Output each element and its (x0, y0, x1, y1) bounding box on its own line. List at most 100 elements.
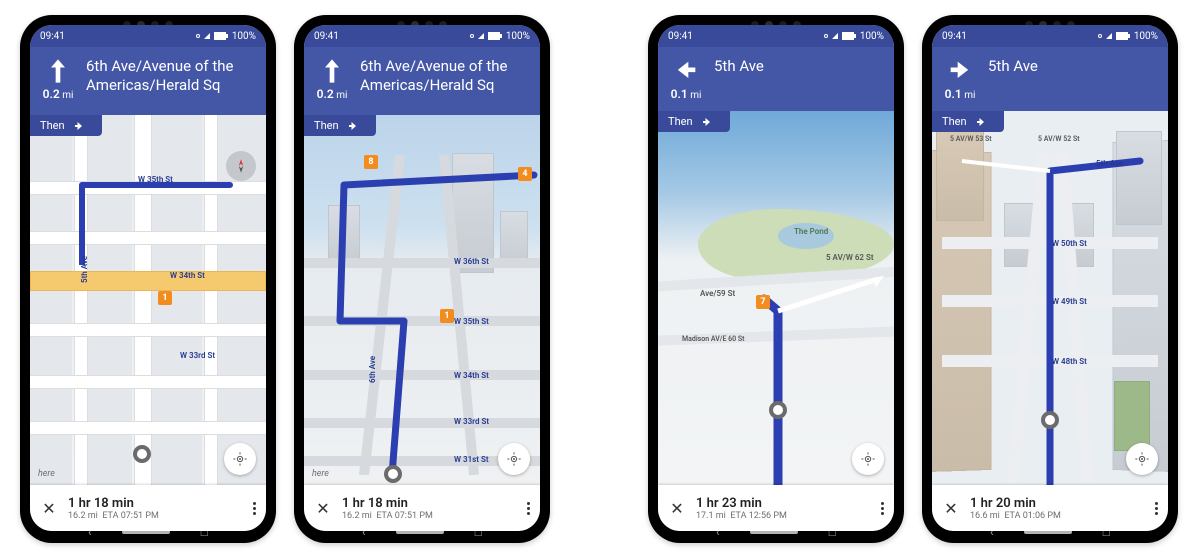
location-icon (824, 34, 828, 38)
direction-straight-icon (44, 57, 72, 85)
then-label: Then (668, 115, 693, 128)
route-marker[interactable]: 4 (518, 167, 532, 181)
status-bar: 09:41 100% (658, 25, 894, 47)
battery-pct: 100% (860, 31, 884, 42)
eta-label: ETA (376, 511, 392, 521)
map-view[interactable]: 5 AV/W 53 St 5 AV/W 52 St 5th Ave W 50th… (932, 111, 1168, 485)
signal-icon (478, 33, 484, 39)
more-options-button[interactable] (1155, 500, 1158, 517)
then-label: Then (314, 119, 339, 132)
street-label: Madison AV/E 60 St (682, 335, 745, 343)
trip-info: 1 hr 20 min 16.6 mi ETA 01:06 PM (970, 496, 1145, 521)
bottom-sheet[interactable]: ✕ 1 hr 20 min 16.6 mi ETA 01:06 PM (932, 485, 1168, 531)
close-navigation-button[interactable]: ✕ (314, 499, 332, 518)
direction-turn-left-icon (672, 57, 700, 85)
battery-icon (214, 32, 228, 40)
trip-duration: 1 hr 20 min (970, 496, 1145, 511)
street-label: W 50th St (1052, 239, 1087, 248)
direction-turn-right-icon (946, 57, 974, 85)
direction-street: 5th Ave (714, 57, 882, 101)
then-chip[interactable]: Then (932, 111, 1004, 132)
trip-eta: 07:51 PM (395, 511, 433, 521)
status-time: 09:41 (40, 31, 65, 42)
phone-frame: ‹□ 09:41 100% 0.2 mi 6th Ave/Avenue of t… (294, 15, 550, 543)
screen: 09:41 100% 0.2 mi 6th Ave/Avenue of the … (304, 25, 540, 531)
street-label: W 33rd St (180, 351, 215, 360)
phone-frame: ‹□ 09:41 100% 0.1 mi 5th Ave Then (922, 15, 1178, 543)
recenter-button[interactable] (498, 443, 530, 475)
street-label: 5 AV/W 62 St (826, 253, 874, 262)
direction-header[interactable]: 0.1 mi 5th Ave (658, 47, 894, 111)
phone-frame: ‹□ 09:41 100% 0.1 mi 5th Ave Then (648, 15, 904, 543)
direction-header[interactable]: 0.2 mi 6th Ave/Avenue of the Americas/He… (304, 47, 540, 115)
trip-info: 1 hr 18 min 16.2 mi ETA 07:51 PM (342, 496, 517, 521)
direction-distance: 0.2 mi (43, 87, 74, 101)
route-marker[interactable]: 1 (440, 309, 454, 323)
battery-pct: 100% (1134, 31, 1158, 42)
street-label: W 34th St (170, 271, 205, 280)
route-marker[interactable]: 1 (158, 291, 172, 305)
street-label: W 35th St (454, 317, 489, 326)
direction-distance: 0.1 mi (945, 87, 976, 101)
then-chip[interactable]: Then (658, 111, 730, 132)
then-chip[interactable]: Then (304, 115, 376, 136)
direction-straight-icon (318, 57, 346, 85)
map-view[interactable]: 1 W 35th St 5th Ave W 34th St W 33rd St … (30, 115, 266, 485)
current-location-icon (769, 401, 787, 419)
trip-distance: 16.6 mi (970, 511, 1000, 521)
direction-street: 6th Ave/Avenue of the Americas/Herald Sq (86, 57, 254, 105)
route-polyline (304, 115, 540, 475)
trip-duration: 1 hr 18 min (68, 496, 243, 511)
status-bar: 09:41 100% (30, 25, 266, 47)
map-view[interactable]: The Pond Ave/59 St 5 AV/W 62 St Madison … (658, 111, 894, 485)
compass-button[interactable] (226, 151, 256, 181)
close-navigation-button[interactable]: ✕ (668, 499, 686, 518)
bottom-sheet[interactable]: ✕ 1 hr 23 min 17.1 mi ETA 12:56 PM (658, 485, 894, 531)
close-navigation-button[interactable]: ✕ (40, 499, 58, 518)
turn-right-icon (975, 116, 987, 128)
location-icon (470, 34, 474, 38)
signal-icon (1106, 33, 1112, 39)
trip-eta: 01:06 PM (1023, 511, 1061, 521)
location-icon (196, 34, 200, 38)
more-options-button[interactable] (253, 500, 256, 517)
status-time: 09:41 (942, 31, 967, 42)
then-label: Then (40, 119, 65, 132)
direction-header[interactable]: 0.1 mi 5th Ave (932, 47, 1168, 111)
direction-street: 6th Ave/Avenue of the Americas/Herald Sq (360, 57, 528, 105)
location-icon (1098, 34, 1102, 38)
recenter-button[interactable] (1126, 443, 1158, 475)
map-view[interactable]: 8 4 1 W 36th St 6th Ave W 35th St W 34th… (304, 115, 540, 485)
route-marker[interactable]: 8 (364, 155, 378, 169)
more-options-button[interactable] (527, 500, 530, 517)
turn-right-icon (73, 120, 85, 132)
street-label: 5th Ave (80, 256, 89, 283)
street-label: W 33rd St (454, 417, 489, 426)
street-label: W 34th St (454, 371, 489, 380)
recenter-button[interactable] (224, 443, 256, 475)
trip-duration: 1 hr 18 min (342, 496, 517, 511)
signal-icon (832, 33, 838, 39)
then-chip[interactable]: Then (30, 115, 102, 136)
trip-eta: 07:51 PM (121, 511, 159, 521)
eta-label: ETA (1004, 511, 1020, 521)
direction-distance: 0.1 mi (671, 87, 702, 101)
trip-info: 1 hr 23 min 17.1 mi ETA 12:56 PM (696, 496, 871, 521)
trip-info: 1 hr 18 min 16.2 mi ETA 07:51 PM (68, 496, 243, 521)
poi-label: The Pond (794, 227, 828, 236)
battery-pct: 100% (232, 31, 256, 42)
status-time: 09:41 (668, 31, 693, 42)
provider-watermark: here (38, 469, 55, 479)
bottom-sheet[interactable]: ✕ 1 hr 18 min 16.2 mi ETA 07:51 PM (30, 485, 266, 531)
route-marker[interactable]: 7 (756, 295, 770, 309)
street-label: W 35th St (138, 175, 173, 184)
close-navigation-button[interactable]: ✕ (942, 499, 960, 518)
direction-header[interactable]: 0.2 mi 6th Ave/Avenue of the Americas/He… (30, 47, 266, 115)
turn-right-icon (701, 116, 713, 128)
bottom-sheet[interactable]: ✕ 1 hr 18 min 16.2 mi ETA 07:51 PM (304, 485, 540, 531)
trip-distance: 16.2 mi (68, 511, 98, 521)
recenter-button[interactable] (852, 443, 884, 475)
more-options-button[interactable] (881, 500, 884, 517)
turn-right-icon (347, 120, 359, 132)
trip-distance: 16.2 mi (342, 511, 372, 521)
